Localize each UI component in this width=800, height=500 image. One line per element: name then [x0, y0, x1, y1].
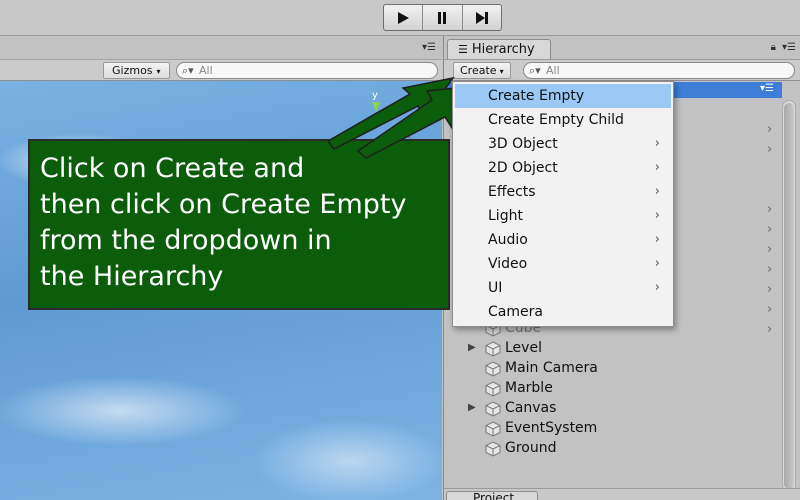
chevron-right-icon: › — [654, 136, 660, 151]
chevron-right-icon: › — [654, 256, 660, 271]
chevron-down-icon: ▾ — [499, 67, 504, 76]
search-icon: ⌕▾ — [182, 64, 194, 77]
row-chevron-right-icon[interactable]: › — [767, 122, 772, 137]
scene-search-placeholder: All — [199, 64, 213, 77]
hierarchy-item-canvas[interactable]: ▶ Canvas — [444, 398, 780, 418]
foldout-arrow-icon[interactable]: ▶ — [468, 338, 476, 358]
project-tab-label: Project — [473, 491, 515, 500]
panel-menu-icon[interactable]: ▾☰ — [782, 42, 796, 53]
row-chevron-right-icon[interactable]: › — [767, 282, 772, 297]
scrollbar-thumb[interactable] — [784, 103, 794, 489]
play-icon — [398, 11, 410, 24]
hierarchy-item-main-camera[interactable]: Main Camera — [444, 358, 780, 378]
menu-item-audio[interactable]: Audio › — [455, 228, 671, 252]
callout-text: Click on Create and then click on Create… — [40, 153, 407, 292]
hierarchy-toolbar: Create ▾ ⌕▾ All — [444, 59, 800, 81]
hierarchy-item-label: Marble — [505, 380, 553, 396]
menu-item-ui[interactable]: UI › — [455, 276, 671, 300]
chevron-down-icon: ▾ — [156, 67, 161, 76]
gizmos-label: Gizmos — [112, 64, 153, 77]
axis-label: y — [372, 90, 378, 101]
menu-item-video[interactable]: Video › — [455, 252, 671, 276]
create-button[interactable]: Create ▾ — [453, 62, 511, 79]
menu-item-label: UI — [488, 280, 503, 296]
menu-item-3d-object[interactable]: 3D Object › — [455, 132, 671, 156]
hierarchy-item-marble[interactable]: Marble — [444, 378, 780, 398]
pause-icon — [438, 11, 447, 24]
create-dropdown-menu: Create Empty Create Empty Child 3D Object ›… — [452, 81, 674, 327]
menu-item-light[interactable]: Light › — [455, 204, 671, 228]
play-button[interactable] — [384, 5, 424, 30]
chevron-right-icon: › — [654, 232, 660, 247]
hierarchy-search-placeholder: All — [546, 64, 560, 77]
gameobject-cube-icon — [485, 421, 501, 437]
menu-item-label: Video — [488, 256, 528, 272]
pause-button[interactable] — [423, 5, 463, 30]
row-chevron-right-icon[interactable]: › — [767, 302, 772, 317]
menu-item-label: Create Empty Child — [488, 112, 624, 128]
hierarchy-item-ground[interactable]: Ground — [444, 438, 780, 458]
hierarchy-item-label: Main Camera — [505, 360, 598, 376]
create-label: Create — [460, 64, 497, 77]
hierarchy-item-label: Canvas — [505, 400, 557, 416]
gameobject-cube-icon — [485, 441, 501, 457]
gameobject-cube-icon — [485, 361, 501, 377]
menu-item-camera[interactable]: Camera — [455, 300, 671, 324]
hierarchy-item-eventsystem[interactable]: EventSystem — [444, 418, 780, 438]
gameobject-cube-icon — [485, 401, 501, 417]
menu-item-label: Effects — [488, 184, 536, 200]
scene-toolbar: Gizmos ▾ ⌕▾ All — [0, 59, 442, 81]
gizmos-dropdown[interactable]: Gizmos ▾ — [103, 62, 170, 79]
foldout-arrow-icon[interactable]: ▶ — [468, 398, 476, 418]
row-chevron-right-icon[interactable]: › — [767, 142, 772, 157]
play-toolbar — [0, 0, 800, 36]
playback-controls — [383, 4, 502, 31]
hierarchy-item-level[interactable]: ▶ Level — [444, 338, 780, 358]
tab-project[interactable]: Project — [446, 491, 538, 500]
scrollbar[interactable] — [782, 100, 796, 492]
menu-item-label: 2D Object — [488, 160, 558, 176]
hierarchy-item-label: Level — [505, 340, 542, 356]
scene-header: ▾☰ Gizmos ▾ ⌕▾ All — [0, 36, 442, 82]
chevron-right-icon: › — [654, 208, 660, 223]
search-icon: ⌕▾ — [529, 64, 541, 77]
menu-item-label: Camera — [488, 304, 543, 320]
tab-hierarchy[interactable]: ☰ Hierarchy — [447, 39, 551, 60]
menu-item-label: Create Empty — [488, 88, 585, 104]
menu-item-create-empty[interactable]: Create Empty — [455, 84, 671, 108]
step-button[interactable] — [463, 5, 501, 30]
row-chevron-right-icon[interactable]: › — [767, 202, 772, 217]
hierarchy-tab-label: Hierarchy — [471, 42, 535, 57]
hierarchy-search-input[interactable]: ⌕▾ All — [523, 62, 795, 79]
chevron-right-icon: › — [654, 280, 660, 295]
panel-menu-icon[interactable]: ▾☰ — [422, 42, 436, 53]
gameobject-cube-icon — [485, 341, 501, 357]
list-icon: ☰ — [458, 43, 468, 56]
row-chevron-right-icon[interactable]: › — [767, 322, 772, 337]
tutorial-callout: Click on Create and then click on Create… — [28, 139, 450, 310]
menu-item-create-empty-child[interactable]: Create Empty Child — [455, 108, 671, 132]
scene-search-input[interactable]: ⌕▾ All — [176, 62, 438, 79]
hierarchy-item-label: EventSystem — [505, 420, 598, 436]
step-icon — [475, 11, 488, 24]
row-chevron-right-icon[interactable]: › — [767, 222, 772, 237]
row-chevron-right-icon[interactable]: › — [767, 262, 772, 277]
chevron-right-icon: › — [654, 160, 660, 175]
row-chevron-right-icon[interactable]: › — [767, 242, 772, 257]
chevron-right-icon: › — [654, 184, 660, 199]
row-menu-icon[interactable]: ▾☰ — [760, 83, 774, 94]
gameobject-cube-icon — [485, 381, 501, 397]
menu-item-effects[interactable]: Effects › — [455, 180, 671, 204]
menu-item-2d-object[interactable]: 2D Object › — [455, 156, 671, 180]
hierarchy-item-label: Ground — [505, 440, 557, 456]
menu-item-label: Light — [488, 208, 523, 224]
bottom-tab-strip: Project — [444, 488, 800, 500]
menu-item-label: 3D Object — [488, 136, 558, 152]
menu-item-label: Audio — [488, 232, 528, 248]
lock-icon[interactable]: 🔒︎ — [771, 42, 776, 53]
